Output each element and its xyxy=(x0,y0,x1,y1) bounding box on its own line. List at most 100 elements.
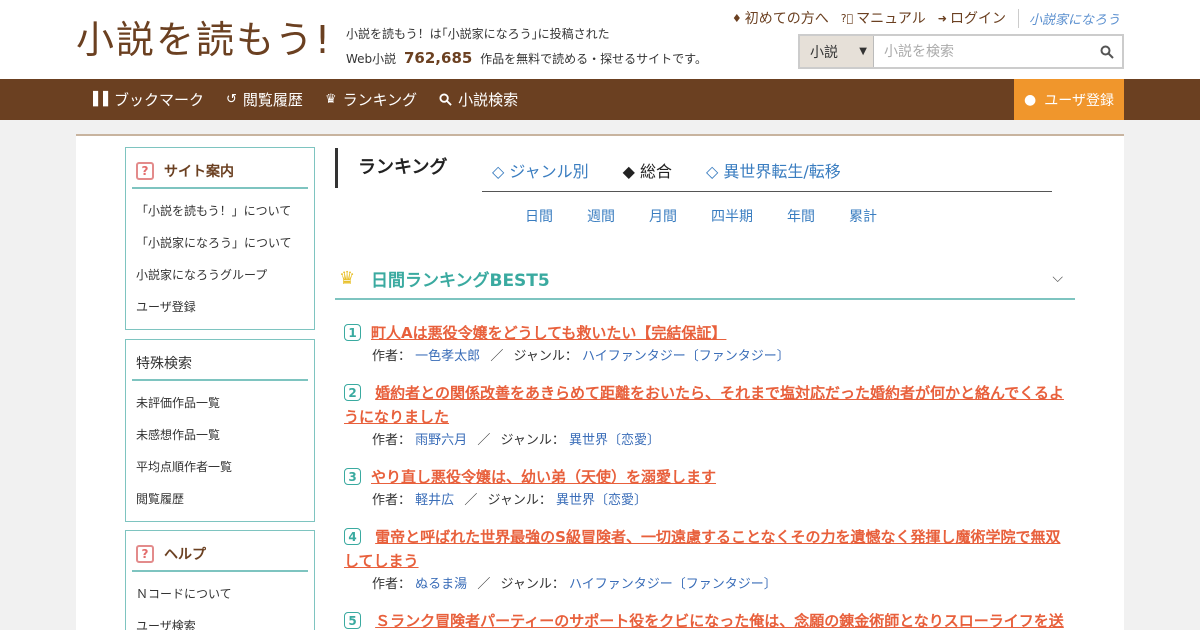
search-input[interactable] xyxy=(874,36,1092,67)
search-icon xyxy=(1100,45,1114,59)
period-weekly[interactable]: 週間 xyxy=(587,206,615,226)
sidebar-item-no-review[interactable]: 未感想作品一覧 xyxy=(136,419,314,451)
genre-link[interactable]: ハイファンタジー〔ファンタジー〕 xyxy=(569,577,777,592)
author-label: 作者： xyxy=(372,493,412,508)
top-links: ♦ 初めての方へ ?⃝ マニュアル ➜ ログイン 小説家になろう xyxy=(732,8,1120,28)
sidebar-item-about-narou[interactable]: 「小説家になろう」について xyxy=(136,227,314,259)
first-time-link[interactable]: ♦ 初めての方へ xyxy=(732,8,829,28)
help-title-text: ヘルプ xyxy=(164,546,206,563)
sidebar-item-about-yomou[interactable]: 「小説を読もう！」について xyxy=(136,195,314,227)
nav-search[interactable]: 小説検索 xyxy=(439,89,518,110)
author-label: 作者： xyxy=(372,433,412,448)
novel-meta: 作者： 雨野六月 ／ ジャンル： 異世界〔恋愛〕 xyxy=(344,429,1064,453)
tab-genre[interactable]: ◇ ジャンル別 xyxy=(492,158,589,182)
best5-header[interactable]: ♛ 日間ランキングBEST5 ⌵ xyxy=(335,258,1075,300)
author-link[interactable]: ぬるま湯 xyxy=(415,577,467,592)
author-label: 作者： xyxy=(372,577,412,592)
author-link[interactable]: 一色孝太郎 xyxy=(415,349,480,364)
period-tabs: 日間 週間 月間 四半期 年間 累計 xyxy=(525,206,877,226)
tab-overall[interactable]: ◆ 総合 xyxy=(623,158,672,182)
genre-label: ジャンル： xyxy=(500,433,565,448)
tab-isekai[interactable]: ◇ 異世界転生/転移 xyxy=(706,158,841,182)
sidebar-item-user-register[interactable]: ユーザ登録 xyxy=(136,291,314,323)
rank-number-badge: 2 xyxy=(344,384,361,401)
bookmark-icon: ▐▐ xyxy=(88,92,108,107)
ranking-list: 1 町人Aは悪役令嬢をどうしても救いたい【完結保証】 作者： 一色孝太郎 ／ ジ… xyxy=(344,321,1064,630)
sidebar-help-title: ? ヘルプ xyxy=(132,537,308,572)
site-header: 小説を読もう! 小説を読もう！は｢小説家になろう｣に投稿された Web小説 76… xyxy=(0,0,1200,79)
search-icon xyxy=(439,93,452,106)
manual-label: マニュアル xyxy=(856,11,926,27)
genre-label: ジャンル： xyxy=(487,493,552,508)
rank-number-badge: 4 xyxy=(344,528,361,545)
question-icon: ? xyxy=(136,161,154,180)
login-label: ログイン xyxy=(949,11,1006,27)
beginner-mark-icon: ♦ xyxy=(731,11,742,25)
meta-separator: ／ xyxy=(477,433,491,448)
sidebar-item-history[interactable]: 閲覧履歴 xyxy=(136,483,314,515)
chevron-down-icon[interactable]: ⌵ xyxy=(1052,270,1063,286)
sidebar-help: ? ヘルプ Ｎコードについて ユーザ検索 xyxy=(125,530,315,630)
novel-meta: 作者： ぬるま湯 ／ ジャンル： ハイファンタジー〔ファンタジー〕 xyxy=(344,573,1064,597)
site-tagline: 小説を読もう！は｢小説家になろう｣に投稿された Web小説 762,685 作品… xyxy=(346,22,707,71)
meta-separator: ／ xyxy=(490,349,504,364)
register-button[interactable]: ● ユーザ登録 xyxy=(1014,79,1124,120)
narou-logo[interactable]: 小説家になろう xyxy=(1017,8,1120,28)
question-circle-icon: ?⃝ xyxy=(840,11,854,25)
sidebar-special-search-title: 特殊検索 xyxy=(132,346,308,381)
site-logo[interactable]: 小説を読もう! xyxy=(76,14,332,66)
genre-link[interactable]: ハイファンタジー〔ファンタジー〕 xyxy=(582,349,790,364)
manual-link[interactable]: ?⃝ マニュアル xyxy=(841,8,926,28)
dropdown-caret-icon: ▼ xyxy=(859,46,867,57)
search-bar: 小説 ▼ xyxy=(798,34,1124,69)
sidebar-site-guide: ? サイト案内 「小説を読もう！」について 「小説家になろう」について 小説家に… xyxy=(125,147,315,330)
novel-title-link[interactable]: 婚約者との関係改善をあきらめて距離をおいたら、それまで塩対応だった婚約者が何かと… xyxy=(344,384,1064,426)
period-daily[interactable]: 日間 xyxy=(525,206,553,226)
sidebar-item-narou-group[interactable]: 小説家になろうグループ xyxy=(136,259,314,291)
sidebar-item-ncode[interactable]: Ｎコードについて xyxy=(136,578,314,610)
novel-meta: 作者： 一色孝太郎 ／ ジャンル： ハイファンタジー〔ファンタジー〕 xyxy=(344,345,1064,369)
history-icon: ↺ xyxy=(226,92,237,107)
period-monthly[interactable]: 月間 xyxy=(649,206,677,226)
site-guide-title-text: サイト案内 xyxy=(164,163,234,180)
ranking-item: 2 婚約者との関係改善をあきらめて距離をおいたら、それまで塩対応だった婚約者が何… xyxy=(344,381,1064,453)
search-type-value: 小説 xyxy=(810,44,838,61)
novel-count: 762,685 xyxy=(404,49,473,67)
main-nav: ▐▐ ブックマーク ↺ 閲覧履歴 ♛ ランキング 小説検索 ● ユーザ登録 xyxy=(0,79,1200,120)
sidebar-special-search: 特殊検索 未評価作品一覧 未感想作品一覧 平均点順作者一覧 閲覧履歴 xyxy=(125,339,315,522)
tagline-prefix: Web小説 xyxy=(346,52,397,66)
author-link[interactable]: 雨野六月 xyxy=(415,433,467,448)
genre-link[interactable]: 異世界〔恋愛〕 xyxy=(556,493,647,508)
ranking-item: 3 やり直し悪役令嬢は、幼い弟（天使）を溺愛します 作者： 軽井広 ／ ジャンル… xyxy=(344,465,1064,513)
sidebar-item-user-search[interactable]: ユーザ検索 xyxy=(136,610,314,630)
first-time-label: 初めての方へ xyxy=(744,11,829,27)
tagline-suffix: 作品を無料で読める・探せるサイトです。 xyxy=(480,52,707,66)
search-button[interactable] xyxy=(1092,36,1122,67)
login-link[interactable]: ➜ ログイン xyxy=(938,8,1006,28)
period-yearly[interactable]: 年間 xyxy=(787,206,815,226)
period-total[interactable]: 累計 xyxy=(849,206,877,226)
nav-bookmark[interactable]: ▐▐ ブックマーク xyxy=(88,89,204,110)
rank-number-badge: 3 xyxy=(344,468,361,485)
ranking-tabs: ◇ ジャンル別 ◆ 総合 ◇ 異世界転生/転移 xyxy=(482,148,1052,192)
genre-label: ジャンル： xyxy=(513,349,578,364)
tagline-line2: Web小説 762,685 作品を無料で読める・探せるサイトです。 xyxy=(346,46,707,71)
sidebar-item-avg-authors[interactable]: 平均点順作者一覧 xyxy=(136,451,314,483)
genre-label: ジャンル： xyxy=(500,577,565,592)
nav-history[interactable]: ↺ 閲覧履歴 xyxy=(226,89,303,110)
novel-title-link[interactable]: Ｓランク冒険者パーティーのサポート役をクビになった俺は、念願の錬金術師となりスロ… xyxy=(375,612,1064,630)
novel-title-link[interactable]: 町人Aは悪役令嬢をどうしても救いたい【完結保証】 xyxy=(371,321,726,345)
author-link[interactable]: 軽井広 xyxy=(415,493,454,508)
ranking-item: 4 雷帝と呼ばれた世界最強のS級冒険者、一切遠慮することなくその力を遺憾なく発揮… xyxy=(344,525,1064,597)
nav-ranking[interactable]: ♛ ランキング xyxy=(325,89,417,110)
genre-link[interactable]: 異世界〔恋愛〕 xyxy=(569,433,660,448)
novel-title-link[interactable]: 雷帝と呼ばれた世界最強のS級冒険者、一切遠慮することなくその力を遺憾なく発揮し魔… xyxy=(344,528,1061,570)
ranking-title: ランキング xyxy=(335,148,447,188)
sidebar-item-unrated[interactable]: 未評価作品一覧 xyxy=(136,387,314,419)
nav-history-label: 閲覧履歴 xyxy=(242,91,303,109)
period-quarterly[interactable]: 四半期 xyxy=(711,206,753,226)
search-type-select[interactable]: 小説 ▼ xyxy=(800,36,874,67)
user-icon: ● xyxy=(1024,91,1037,108)
novel-title-link[interactable]: やり直し悪役令嬢は、幼い弟（天使）を溺愛します xyxy=(371,465,716,489)
meta-separator: ／ xyxy=(464,493,478,508)
